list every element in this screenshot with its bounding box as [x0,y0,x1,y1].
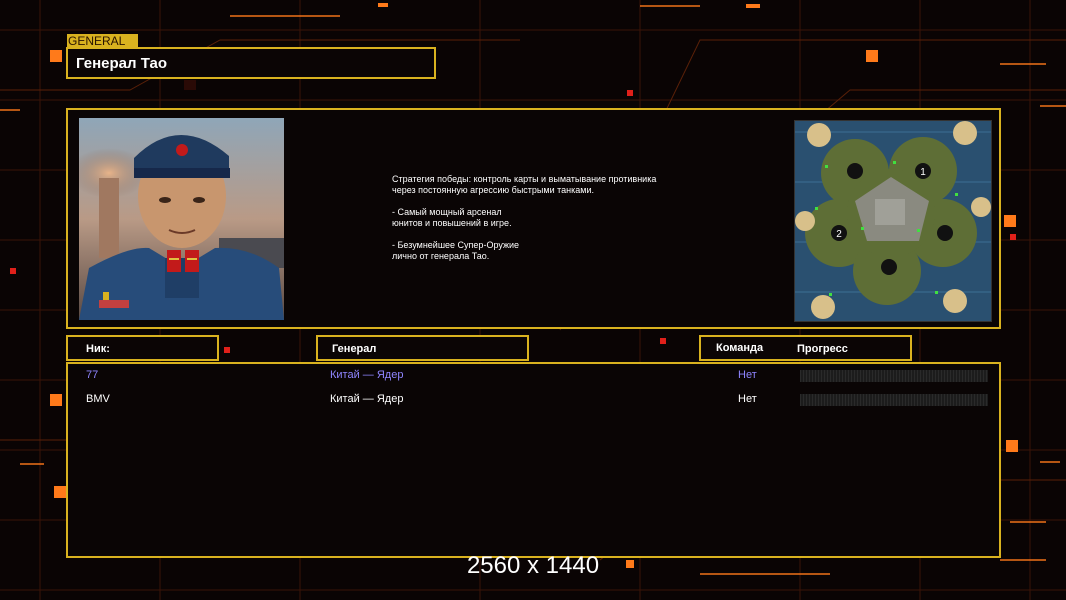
header-nick-box: Ник: [66,335,219,361]
header-progress: Прогресс [797,343,848,355]
players-list: 77 Китай — Ядер Нет BMV Китай — Ядер Нет [66,362,1001,558]
general-title-box: Генерал Тао [66,47,436,79]
header-general-box: Генерал [316,335,529,361]
player-row[interactable]: 77 Китай — Ядер Нет [68,366,1003,386]
player-row[interactable]: BMV Китай — Ядер Нет [68,390,1003,410]
general-portrait [79,118,284,320]
player-progress-bar [800,394,988,406]
map-start-1: 1 [920,167,926,178]
map-start-2: 2 [836,229,842,240]
general-description: Стратегия победы: контроль карты и вымат… [392,174,657,261]
header-nick: Ник: [86,343,110,355]
player-nick: BMV [86,393,110,405]
player-general: Китай — Ядер [330,393,404,405]
player-team: Нет [738,393,757,405]
map-preview[interactable]: 1 2 [794,120,992,322]
header-general: Генерал [332,343,377,355]
player-team: Нет [738,369,757,381]
player-nick: 77 [86,369,99,381]
general-tag: GENERAL [67,34,138,48]
player-progress-bar [800,370,988,382]
resolution-label: 2560 x 1440 [466,552,600,579]
header-team: Команда [716,342,764,354]
header-team-progress-box: Команда Прогресс [699,335,912,361]
general-name: Генерал Тао [76,55,167,72]
player-general: Китай — Ядер [330,369,404,381]
